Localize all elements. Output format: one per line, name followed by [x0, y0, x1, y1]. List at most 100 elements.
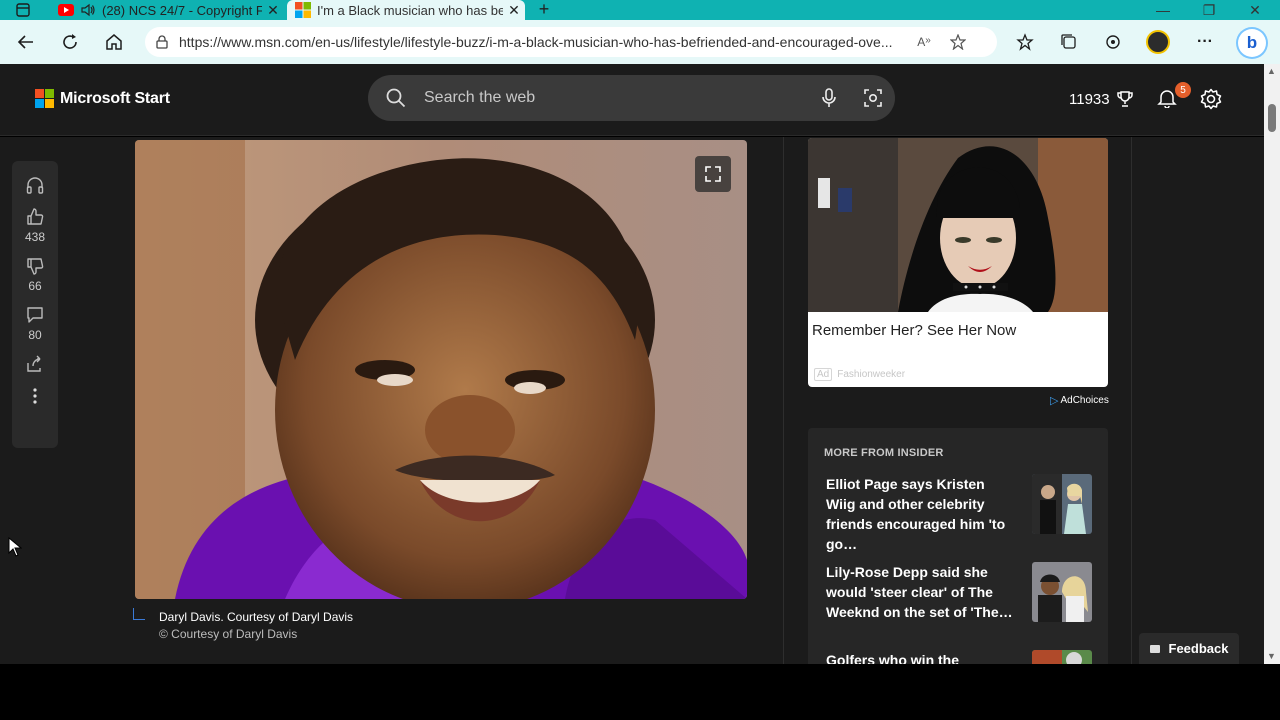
- address-bar[interactable]: https://www.msn.com/en-us/lifestyle/life…: [145, 27, 997, 57]
- feedback-label: Feedback: [1168, 641, 1229, 656]
- article-page: 438 66 80 Daryl Davis. Courtesy of Daryl…: [0, 137, 1264, 664]
- ad-title[interactable]: Remember Her? See Her Now: [808, 312, 1108, 339]
- refresh-icon[interactable]: [56, 28, 84, 56]
- ad-label: Ad: [814, 368, 833, 381]
- restore-icon[interactable]: ❐: [1186, 0, 1232, 20]
- back-icon[interactable]: [12, 28, 40, 56]
- lock-icon[interactable]: [145, 35, 179, 49]
- article-action-rail: 438 66 80: [12, 161, 58, 448]
- dislike-count: 66: [28, 279, 42, 293]
- notifications-button[interactable]: 5: [1157, 82, 1191, 113]
- listen-button[interactable]: [25, 175, 45, 195]
- caption-marker: [133, 608, 145, 620]
- feedback-icon: [1149, 644, 1160, 653]
- browser-tab-bar: (28) NCS 24/7 - Copyright F ✕ I'm a Blac…: [0, 0, 1280, 20]
- more-from-publisher: MORE FROM INSIDER Elliot Page says Krist…: [808, 428, 1108, 664]
- list-item[interactable]: Lily-Rose Depp said she would 'steer cle…: [826, 562, 1092, 626]
- tab-title: I'm a Black musician who has bef: [317, 2, 503, 18]
- story-thumbnail[interactable]: [1032, 650, 1092, 664]
- web-search-box[interactable]: [368, 75, 895, 121]
- article-hero-image[interactable]: [135, 140, 747, 599]
- browser-toolbar: https://www.msn.com/en-us/lifestyle/life…: [0, 20, 1280, 64]
- column-divider: [783, 137, 784, 664]
- comment-icon: [27, 307, 43, 323]
- more-menu-icon[interactable]: ···: [1191, 28, 1219, 56]
- feedback-button[interactable]: Feedback: [1139, 633, 1239, 664]
- tab-title: (28) NCS 24/7 - Copyright F: [102, 2, 262, 18]
- dislike-button[interactable]: 66: [25, 256, 45, 293]
- points-value: 11933: [1069, 90, 1110, 108]
- fullscreen-icon: [705, 166, 721, 182]
- url-text[interactable]: https://www.msn.com/en-us/lifestyle/life…: [179, 34, 907, 50]
- brand-name: Microsoft Start: [60, 89, 170, 107]
- comment-count: 80: [28, 328, 42, 342]
- extensions-icon[interactable]: [1099, 28, 1127, 56]
- home-icon[interactable]: [100, 28, 128, 56]
- scroll-down-icon[interactable]: ▼: [1267, 651, 1276, 661]
- share-button[interactable]: [25, 354, 45, 374]
- story-thumbnail[interactable]: [1032, 562, 1092, 622]
- read-aloud-icon[interactable]: A»: [907, 35, 941, 49]
- rewards-points[interactable]: 11933: [1069, 90, 1134, 108]
- adchoices-label: AdChoices: [1060, 395, 1109, 406]
- new-tab-button[interactable]: +: [534, 0, 554, 20]
- page-scrollbar[interactable]: ▲ ▼: [1264, 64, 1280, 664]
- headphones-icon: [26, 177, 44, 194]
- microphone-icon[interactable]: [807, 87, 851, 109]
- msn-header: Microsoft Start 11933 5: [0, 64, 1264, 136]
- ad-source: Ad Fashionweeker: [814, 368, 905, 381]
- comments-button[interactable]: 80: [25, 305, 45, 342]
- expand-image-button[interactable]: [695, 156, 731, 192]
- scroll-up-icon[interactable]: ▲: [1267, 66, 1276, 76]
- like-button[interactable]: 438: [25, 207, 45, 244]
- tab-msn-article[interactable]: I'm a Black musician who has bef ✕: [287, 0, 525, 20]
- adchoices-link[interactable]: ▷ AdChoices: [1050, 394, 1109, 407]
- msn-icon: [295, 2, 311, 18]
- search-icon[interactable]: [368, 88, 424, 108]
- section-heading: MORE FROM INSIDER: [824, 447, 944, 459]
- mouse-cursor-icon: [8, 537, 22, 557]
- image-caption: Daryl Davis. Courtesy of Daryl Davis © C…: [159, 610, 353, 641]
- sponsored-ad-card[interactable]: Remember Her? See Her Now Ad Fashionweek…: [808, 138, 1108, 387]
- collections-icon[interactable]: [1055, 28, 1083, 56]
- caption-text: Daryl Davis. Courtesy of Daryl Davis: [159, 610, 354, 624]
- settings-icon[interactable]: [1200, 88, 1222, 115]
- share-icon: [27, 355, 41, 372]
- thumbs-down-icon: [27, 258, 44, 275]
- list-item[interactable]: Golfers who win the Masters: [826, 650, 1092, 664]
- tab-actions-icon[interactable]: [0, 0, 46, 20]
- notification-badge: 5: [1175, 82, 1191, 98]
- list-item[interactable]: Elliot Page says Kristen Wiig and other …: [826, 474, 1092, 552]
- favorites-icon[interactable]: [1011, 28, 1039, 56]
- vertical-ellipsis-icon: [33, 388, 37, 404]
- column-divider: [1131, 137, 1132, 664]
- story-title[interactable]: Golfers who win the Masters: [826, 650, 1014, 664]
- add-favorite-icon[interactable]: [941, 34, 975, 50]
- story-title[interactable]: Lily-Rose Depp said she would 'steer cle…: [826, 562, 1014, 626]
- speaker-icon[interactable]: [80, 2, 96, 18]
- close-tab-icon[interactable]: ✕: [503, 2, 525, 19]
- profile-avatar[interactable]: [1146, 30, 1170, 54]
- story-thumbnail[interactable]: [1032, 474, 1092, 534]
- image-credit: © Courtesy of Daryl Davis: [159, 627, 298, 641]
- story-title[interactable]: Elliot Page says Kristen Wiig and other …: [826, 474, 1014, 552]
- close-window-icon[interactable]: ✕: [1232, 0, 1278, 20]
- microsoft-start-logo[interactable]: Microsoft Start: [35, 89, 170, 108]
- taskbar-area: [0, 664, 1280, 720]
- tab-youtube[interactable]: (28) NCS 24/7 - Copyright F ✕: [50, 0, 284, 20]
- search-input[interactable]: [424, 89, 807, 107]
- microsoft-logo-icon: [35, 89, 54, 108]
- scrollbar-thumb[interactable]: [1268, 104, 1276, 132]
- trophy-icon: [1116, 91, 1133, 107]
- bing-chat-icon[interactable]: b: [1238, 29, 1266, 57]
- ad-source-name: Fashionweeker: [837, 369, 906, 380]
- like-count: 438: [24, 230, 46, 244]
- close-tab-icon[interactable]: ✕: [262, 2, 284, 19]
- more-options-button[interactable]: [25, 386, 45, 406]
- minimize-icon[interactable]: —: [1140, 0, 1186, 20]
- bell-icon: [1157, 90, 1177, 109]
- adchoices-icon: ▷: [1050, 395, 1059, 407]
- youtube-icon: [58, 4, 74, 16]
- ad-image: [808, 138, 1108, 312]
- visual-search-icon[interactable]: [851, 88, 895, 108]
